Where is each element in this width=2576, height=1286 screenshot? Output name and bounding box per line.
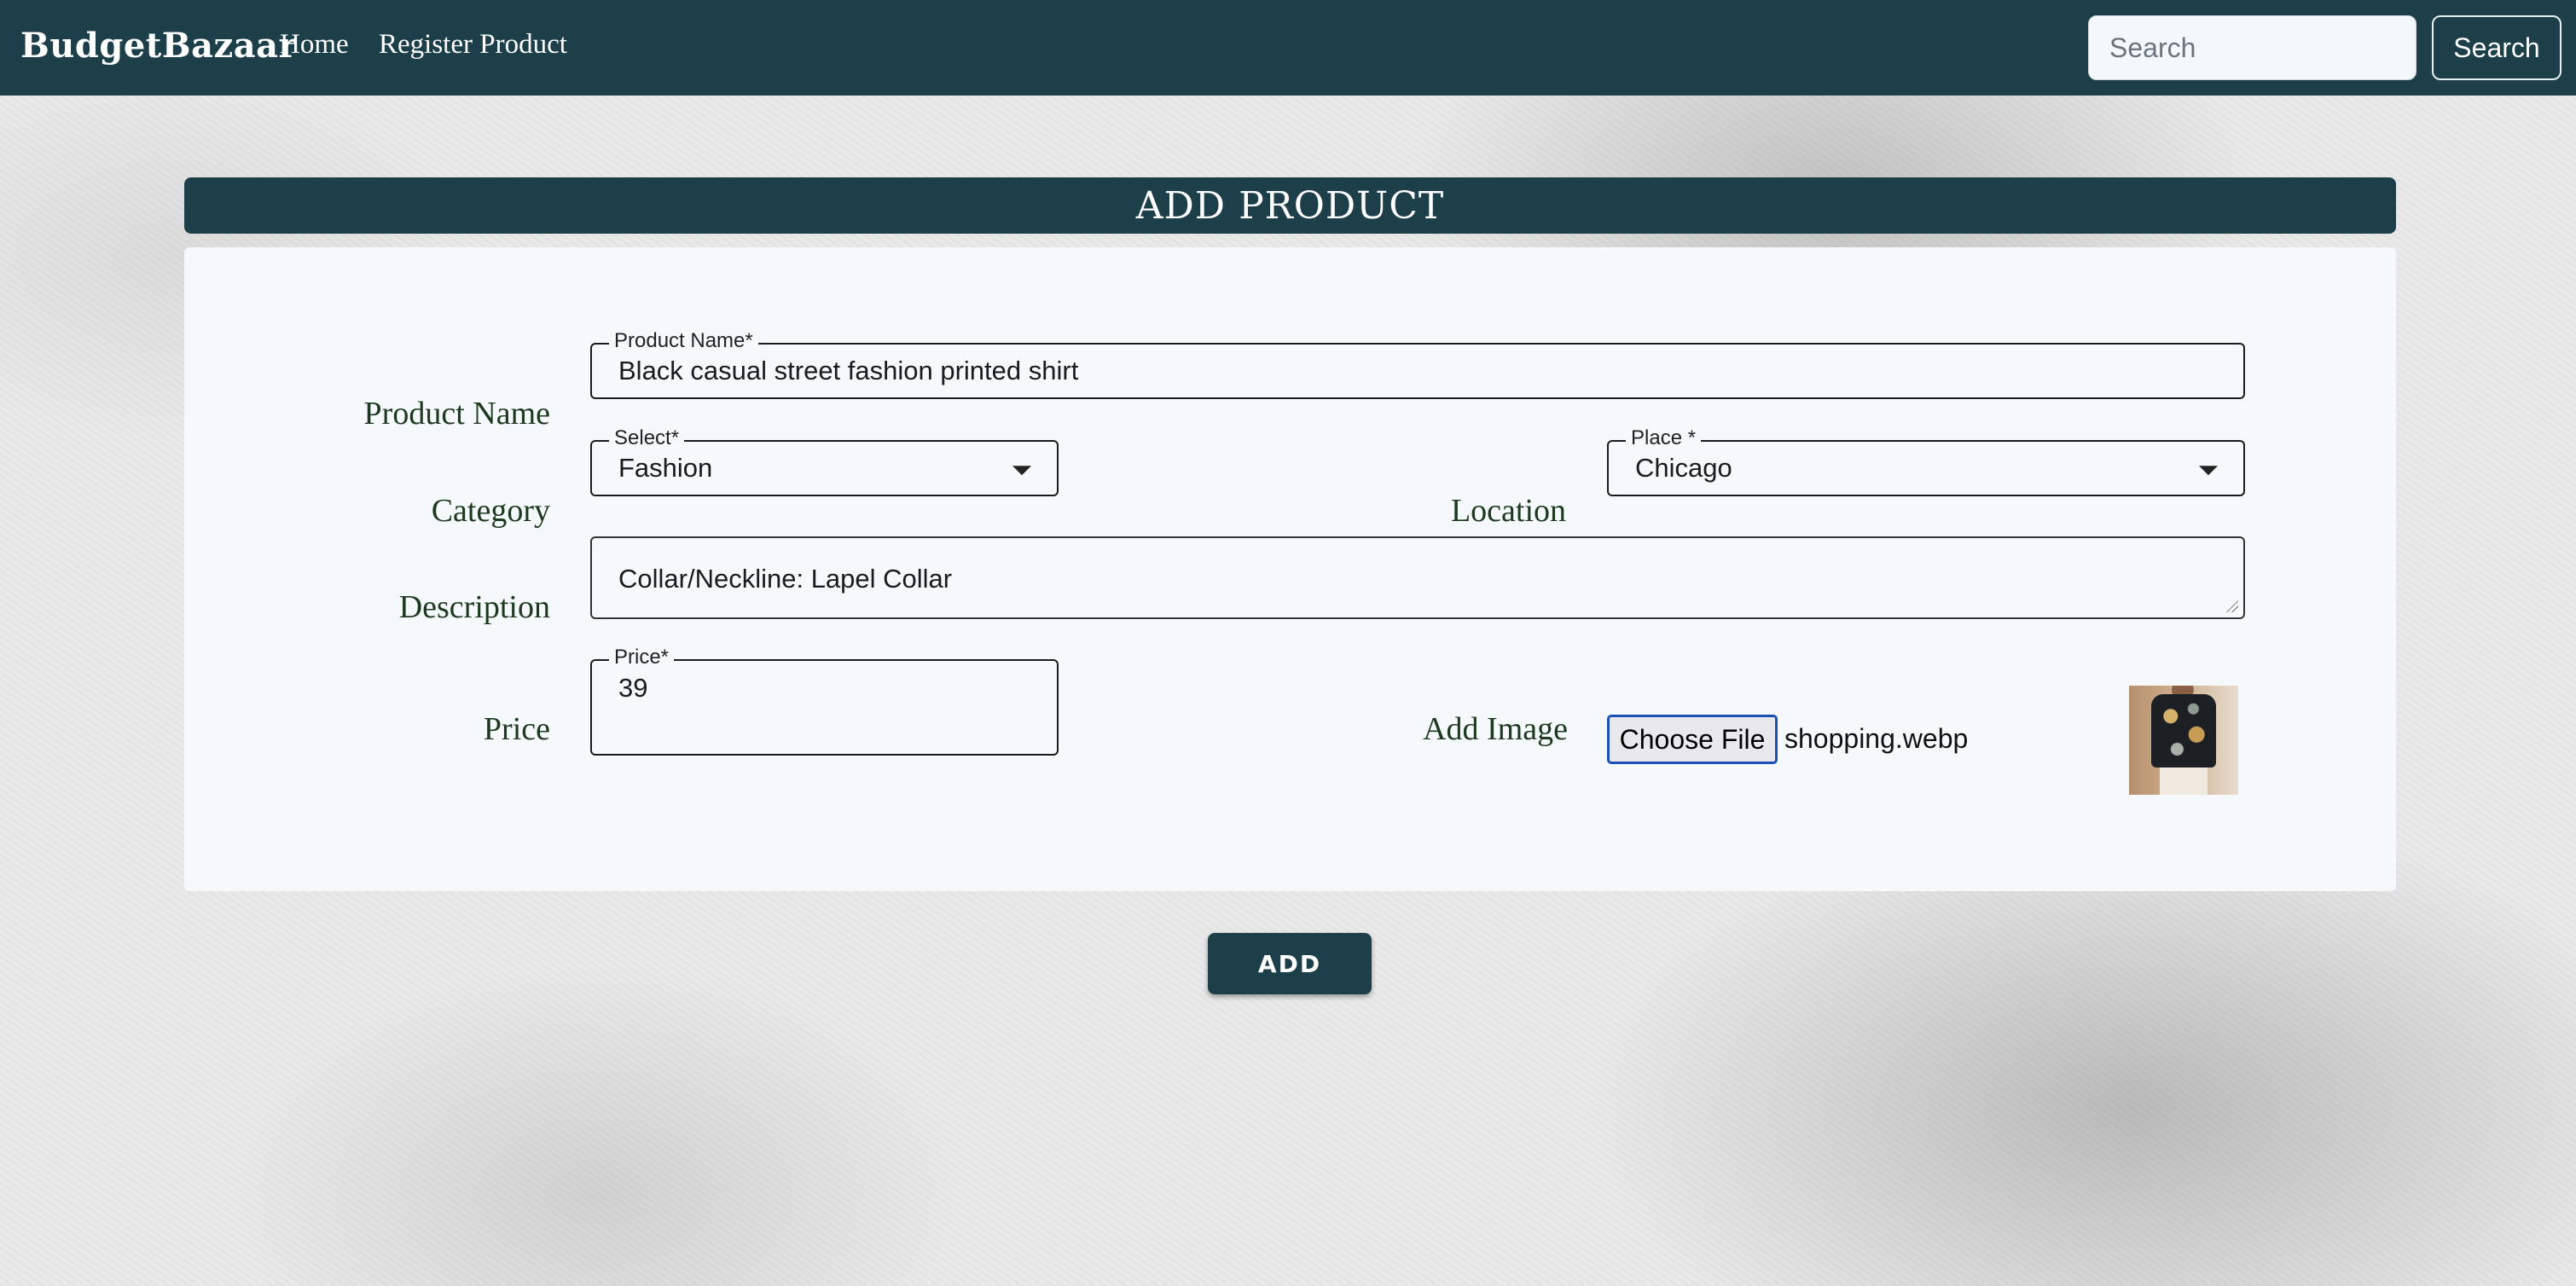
search-input[interactable] xyxy=(2088,15,2416,80)
description-textarea[interactable]: Collar/Neckline: Lapel Collar xyxy=(590,536,2245,619)
category-select[interactable]: Select* Fashion xyxy=(590,426,1059,496)
label-price: Price xyxy=(483,711,550,747)
caret-down-icon xyxy=(1012,466,1031,476)
selected-file-name: shopping.webp xyxy=(1784,723,1969,754)
label-product-name: Product Name xyxy=(363,396,550,432)
place-select[interactable]: Place * Chicago xyxy=(1607,426,2245,496)
category-legend: Select* xyxy=(609,426,685,450)
nav-link-home[interactable]: Home xyxy=(280,29,349,61)
form-title: ADD PRODUCT xyxy=(1135,183,1445,228)
resize-handle-icon[interactable] xyxy=(2225,599,2238,612)
form-header: ADD PRODUCT xyxy=(184,177,2396,234)
price-value: 39 xyxy=(618,673,648,703)
label-description: Description xyxy=(398,589,550,625)
caret-down-icon xyxy=(2199,466,2218,476)
product-name-input[interactable]: Product Name* Black casual street fashio… xyxy=(590,329,2245,399)
search-button[interactable]: Search xyxy=(2432,15,2561,80)
model-pants xyxy=(2160,768,2208,795)
label-category: Category xyxy=(431,493,550,529)
product-name-legend: Product Name* xyxy=(609,329,758,353)
place-value: Chicago xyxy=(1635,453,1732,483)
category-value: Fashion xyxy=(618,453,713,483)
place-legend: Place * xyxy=(1626,426,1702,450)
description-value: Collar/Neckline: Lapel Collar xyxy=(618,564,953,594)
product-image-preview xyxy=(2129,686,2238,795)
add-product-button[interactable]: ADD xyxy=(1208,933,1372,994)
label-add-image: Add Image xyxy=(1423,711,1568,747)
choose-file-button[interactable]: Choose File xyxy=(1607,715,1778,764)
label-location: Location xyxy=(1450,493,1566,529)
nav-link-register-product[interactable]: Register Product xyxy=(379,29,567,61)
price-input[interactable]: Price* 39 xyxy=(590,646,1059,756)
product-name-value: Black casual street fashion printed shir… xyxy=(618,356,1079,385)
brand-logo[interactable]: BudgetBazaar xyxy=(20,26,297,66)
price-legend: Price* xyxy=(609,646,675,669)
navbar: BudgetBazaar Home Register Product Searc… xyxy=(0,0,2576,96)
printed-shirt xyxy=(2151,694,2216,768)
